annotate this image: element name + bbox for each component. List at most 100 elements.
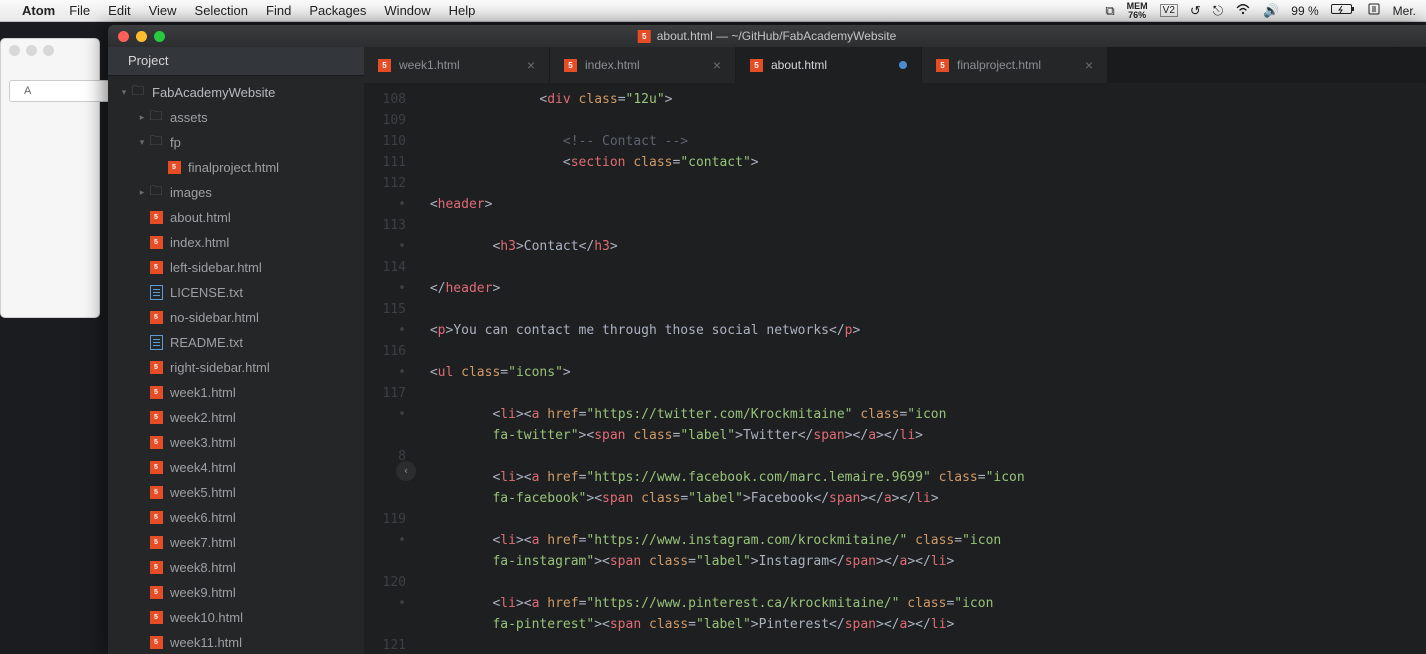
atom-window: 5 about.html — ~/GitHub/FabAcademyWebsit… [108,25,1426,654]
editor-body[interactable]: 108 109 110 111 112 • 113 • 114 • 115 • … [364,83,1426,654]
html-icon: 5 [148,435,164,451]
tab-index[interactable]: 5 index.html × [550,47,736,83]
menu-help[interactable]: Help [449,3,476,18]
tree-file-week4[interactable]: 5week4.html [108,455,364,480]
tree-folder-images[interactable]: ▸ 🗀 images [108,180,364,205]
tree-file-leftsidebar[interactable]: 5left-sidebar.html [108,255,364,280]
chevron-right-icon[interactable]: ▸ [136,187,148,198]
html-icon: 5 [148,610,164,626]
chevron-right-icon[interactable]: ▸ [136,112,148,123]
menubar-date[interactable]: Mer. [1393,4,1416,18]
tree-file-readme[interactable]: README.txt [108,330,364,355]
menu-file[interactable]: File [69,3,90,18]
close-icon[interactable]: × [1085,58,1093,72]
html-icon: 5 [148,535,164,551]
html-icon: 5 [148,360,164,376]
txt-icon [148,335,164,351]
tree-file-week10[interactable]: 5week10.html [108,605,364,630]
wifi-icon[interactable] [1235,3,1251,18]
tab-week1[interactable]: 5 week1.html × [364,47,550,83]
folder-icon: 🗀 [148,110,164,126]
html-icon: 5 [638,30,651,43]
html-icon: 5 [564,59,577,72]
menu-find[interactable]: Find [266,3,291,18]
html-icon: 5 [148,485,164,501]
html-icon: 5 [148,310,164,326]
tree-file-license[interactable]: LICENSE.txt [108,280,364,305]
tree-file-week1[interactable]: 5week1.html [108,380,364,405]
html-icon: 5 [378,59,391,72]
sidebar-header: Project [108,47,364,76]
html-icon: 5 [148,635,164,651]
battery-icon[interactable] [1331,3,1355,18]
tree-file-about[interactable]: 5about.html [108,205,364,230]
file-tree[interactable]: ▾ 🗀 FabAcademyWebsite ▸ 🗀 assets ▾ 🗀 fp [108,76,364,654]
memory-indicator[interactable]: MEM 76% [1127,2,1148,20]
close-icon[interactable]: × [527,58,535,72]
tree-file-week8[interactable]: 5week8.html [108,555,364,580]
tree-file-week5[interactable]: 5week5.html [108,480,364,505]
tree-file-week9[interactable]: 5week9.html [108,580,364,605]
html-icon: 5 [148,210,164,226]
tree-folder-assets[interactable]: ▸ 🗀 assets [108,105,364,130]
folder-icon: 🗀 [148,185,164,201]
tab-bar[interactable]: 5 week1.html × 5 index.html × 5 about.ht… [364,47,1426,83]
html-icon: 5 [148,260,164,276]
window-title: about.html — ~/GitHub/FabAcademyWebsite [657,29,897,43]
html-icon: 5 [148,585,164,601]
html-icon: 5 [148,460,164,476]
tree-file-week7[interactable]: 5week7.html [108,530,364,555]
chevron-down-icon[interactable]: ▾ [118,87,130,98]
airplay-icon[interactable]: ⎋ [1213,3,1223,19]
vnc-icon[interactable]: V2 [1160,4,1178,17]
html-icon: 5 [148,410,164,426]
tree-file-week3[interactable]: 5week3.html [108,430,364,455]
tree-file-finalproject[interactable]: 5 finalproject.html [108,155,364,180]
html-icon: 5 [148,235,164,251]
close-icon[interactable]: × [713,58,721,72]
html-icon: 5 [750,59,763,72]
folder-icon: 🗀 [130,85,146,101]
volume-icon[interactable]: 🔊 [1263,3,1279,19]
window-minimize-button[interactable] [136,31,147,42]
tree-file-week6[interactable]: 5week6.html [108,505,364,530]
code-content[interactable]: ‹ <div class="12u"> <!-- Contact --> <se… [414,83,1426,654]
menubar-app-name[interactable]: Atom [22,3,55,18]
tree-file-week2[interactable]: 5week2.html [108,405,364,430]
background-window: A G M [0,38,100,318]
tree-file-week11[interactable]: 5week11.html [108,630,364,654]
menu-selection[interactable]: Selection [195,3,248,18]
txt-icon [148,285,164,301]
menu-packages[interactable]: Packages [309,3,366,18]
html-icon: 5 [936,59,949,72]
timemachine-icon[interactable]: ↺ [1190,3,1201,19]
project-sidebar[interactable]: Project ▾ 🗀 FabAcademyWebsite ▸ 🗀 assets… [108,47,364,654]
tree-root[interactable]: ▾ 🗀 FabAcademyWebsite [108,80,364,105]
tab-finalproject[interactable]: 5 finalproject.html × [922,47,1108,83]
html-icon: 5 [148,385,164,401]
menu-window[interactable]: Window [384,3,430,18]
tree-file-rightsidebar[interactable]: 5right-sidebar.html [108,355,364,380]
window-close-button[interactable] [118,31,129,42]
html-icon: 5 [148,510,164,526]
spotlight-icon[interactable] [1367,2,1381,19]
dropbox-icon[interactable]: ⧉ [1105,3,1114,19]
folder-icon: 🗀 [148,135,164,151]
menu-edit[interactable]: Edit [108,3,130,18]
modified-indicator-icon[interactable] [899,61,907,69]
window-maximize-button[interactable] [154,31,165,42]
editor-area: 5 week1.html × 5 index.html × 5 about.ht… [364,47,1426,654]
menu-view[interactable]: View [149,3,177,18]
tree-file-index[interactable]: 5index.html [108,230,364,255]
window-titlebar[interactable]: 5 about.html — ~/GitHub/FabAcademyWebsit… [108,25,1426,47]
line-numbers: 108 109 110 111 112 • 113 • 114 • 115 • … [364,83,414,654]
battery-percent[interactable]: 99 % [1291,4,1318,18]
html-icon: 5 [148,560,164,576]
fold-toggle-icon[interactable]: ‹ [396,461,416,481]
tree-file-nosidebar[interactable]: 5no-sidebar.html [108,305,364,330]
tree-folder-fp[interactable]: ▾ 🗀 fp [108,130,364,155]
tab-about[interactable]: 5 about.html [736,47,922,83]
chevron-down-icon[interactable]: ▾ [136,137,148,148]
mac-menubar: Atom File Edit View Selection Find Packa… [0,0,1426,22]
html-icon: 5 [166,160,182,176]
